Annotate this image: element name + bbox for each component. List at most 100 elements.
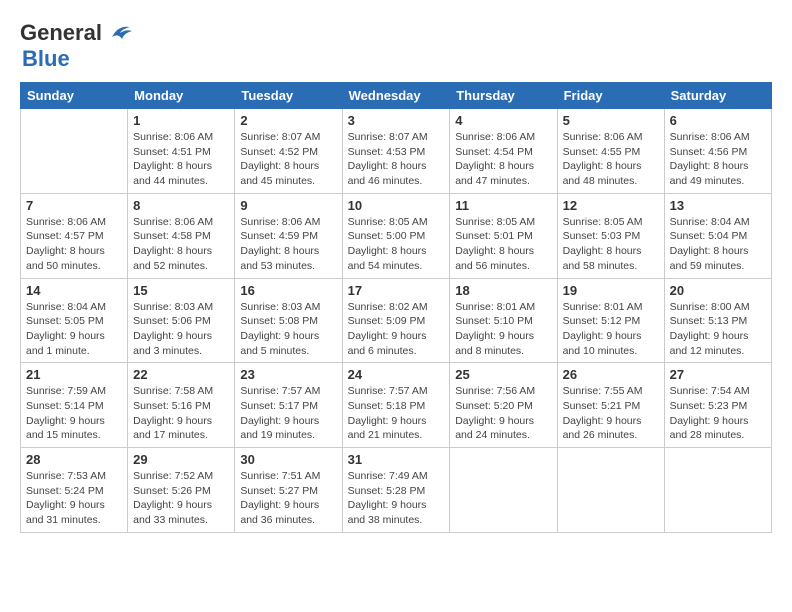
daylight-text: Daylight: 8 hours and 54 minutes.: [348, 244, 445, 273]
daylight-text: Daylight: 9 hours and 31 minutes.: [26, 498, 122, 527]
day-number: 17: [348, 283, 445, 298]
sunset-text: Sunset: 5:18 PM: [348, 399, 445, 414]
calendar-cell: 5Sunrise: 8:06 AMSunset: 4:55 PMDaylight…: [557, 109, 664, 194]
sunrise-text: Sunrise: 7:59 AM: [26, 384, 122, 399]
sunset-text: Sunset: 5:10 PM: [455, 314, 551, 329]
sunrise-text: Sunrise: 8:06 AM: [670, 130, 766, 145]
sunset-text: Sunset: 5:23 PM: [670, 399, 766, 414]
calendar-cell: 18Sunrise: 8:01 AMSunset: 5:10 PMDayligh…: [450, 278, 557, 363]
sunset-text: Sunset: 5:17 PM: [240, 399, 336, 414]
sunrise-text: Sunrise: 8:05 AM: [563, 215, 659, 230]
sunset-text: Sunset: 4:51 PM: [133, 145, 229, 160]
week-row-1: 1Sunrise: 8:06 AMSunset: 4:51 PMDaylight…: [21, 109, 772, 194]
calendar-cell: 20Sunrise: 8:00 AMSunset: 5:13 PMDayligh…: [664, 278, 771, 363]
calendar-cell: 28Sunrise: 7:53 AMSunset: 5:24 PMDayligh…: [21, 448, 128, 533]
calendar-cell: 23 Sunrise: 7:57 AMSunset: 5:17 PMDayligh…: [235, 363, 342, 448]
sunrise-text: Sunrise: 7:51 AM: [240, 469, 336, 484]
sunrise-text: Sunrise: 8:04 AM: [26, 300, 122, 315]
calendar-cell: 14Sunrise: 8:04 AMSunset: 5:05 PMDayligh…: [21, 278, 128, 363]
day-number: 4: [455, 113, 551, 128]
calendar-cell: 24Sunrise: 7:57 AMSunset: 5:18 PMDayligh…: [342, 363, 450, 448]
day-info: Sunrise: 8:01 AMSunset: 5:12 PMDaylight:…: [563, 300, 659, 359]
day-info: Sunrise: 8:06 AMSunset: 4:54 PMDaylight:…: [455, 130, 551, 189]
sunset-text: Sunset: 4:55 PM: [563, 145, 659, 160]
sunrise-text: Sunrise: 7:57 AM: [348, 384, 445, 399]
sunrise-text: Sunrise: 7:56 AM: [455, 384, 551, 399]
day-info: Sunrise: 7:54 AMSunset: 5:23 PMDaylight:…: [670, 384, 766, 443]
sunrise-text: Sunrise: 8:03 AM: [240, 300, 336, 315]
daylight-text: Daylight: 9 hours and 24 minutes.: [455, 414, 551, 443]
day-info: Sunrise: 8:04 AMSunset: 5:04 PMDaylight:…: [670, 215, 766, 274]
week-row-3: 14Sunrise: 8:04 AMSunset: 5:05 PMDayligh…: [21, 278, 772, 363]
day-info: Sunrise: 7:56 AMSunset: 5:20 PMDaylight:…: [455, 384, 551, 443]
day-number: 26: [563, 367, 659, 382]
calendar-cell: 12Sunrise: 8:05 AMSunset: 5:03 PMDayligh…: [557, 193, 664, 278]
daylight-text: Daylight: 9 hours and 5 minutes.: [240, 329, 336, 358]
daylight-text: Daylight: 8 hours and 53 minutes.: [240, 244, 336, 273]
calendar-cell: [21, 109, 128, 194]
day-number: 18: [455, 283, 551, 298]
calendar-header-row: SundayMondayTuesdayWednesdayThursdayFrid…: [21, 83, 772, 109]
daylight-text: Daylight: 9 hours and 38 minutes.: [348, 498, 445, 527]
sunset-text: Sunset: 4:58 PM: [133, 229, 229, 244]
daylight-text: Daylight: 8 hours and 44 minutes.: [133, 159, 229, 188]
day-info: Sunrise: 7:57 AMSunset: 5:18 PMDaylight:…: [348, 384, 445, 443]
day-info: Sunrise: 8:03 AMSunset: 5:06 PMDaylight:…: [133, 300, 229, 359]
daylight-text: Daylight: 8 hours and 50 minutes.: [26, 244, 122, 273]
sunset-text: Sunset: 5:24 PM: [26, 484, 122, 499]
daylight-text: Daylight: 8 hours and 59 minutes.: [670, 244, 766, 273]
day-info: Sunrise: 8:05 AMSunset: 5:01 PMDaylight:…: [455, 215, 551, 274]
daylight-text: Daylight: 9 hours and 26 minutes.: [563, 414, 659, 443]
logo-text-general: General: [20, 20, 102, 46]
calendar-cell: 22Sunrise: 7:58 AMSunset: 5:16 PMDayligh…: [128, 363, 235, 448]
calendar-cell: 2Sunrise: 8:07 AMSunset: 4:52 PMDaylight…: [235, 109, 342, 194]
sunrise-text: Sunrise: 8:06 AM: [26, 215, 122, 230]
sunrise-text: Sunrise: 8:00 AM: [670, 300, 766, 315]
sunrise-text: Sunrise: 7:55 AM: [563, 384, 659, 399]
logo-bird-icon: [104, 23, 132, 43]
day-number: 13: [670, 198, 766, 213]
sunrise-text: Sunrise: 7:57 AM: [240, 384, 336, 399]
sunrise-text: Sunrise: 8:06 AM: [563, 130, 659, 145]
day-info: Sunrise: 8:06 AMSunset: 4:58 PMDaylight:…: [133, 215, 229, 274]
sunrise-text: Sunrise: 8:07 AM: [240, 130, 336, 145]
sunrise-text: Sunrise: 8:06 AM: [133, 215, 229, 230]
week-row-4: 21Sunrise: 7:59 AMSunset: 5:14 PMDayligh…: [21, 363, 772, 448]
calendar-cell: [664, 448, 771, 533]
daylight-text: Daylight: 8 hours and 47 minutes.: [455, 159, 551, 188]
day-number: 23: [240, 367, 336, 382]
sunset-text: Sunset: 4:52 PM: [240, 145, 336, 160]
calendar-cell: 4 Sunrise: 8:06 AMSunset: 4:54 PMDaylight…: [450, 109, 557, 194]
daylight-text: Daylight: 9 hours and 19 minutes.: [240, 414, 336, 443]
sunset-text: Sunset: 4:57 PM: [26, 229, 122, 244]
day-number: 10: [348, 198, 445, 213]
calendar-cell: 19Sunrise: 8:01 AMSunset: 5:12 PMDayligh…: [557, 278, 664, 363]
calendar-cell: 30Sunrise: 7:51 AMSunset: 5:27 PMDayligh…: [235, 448, 342, 533]
sunset-text: Sunset: 5:13 PM: [670, 314, 766, 329]
day-info: Sunrise: 7:52 AMSunset: 5:26 PMDaylight:…: [133, 469, 229, 528]
daylight-text: Daylight: 9 hours and 10 minutes.: [563, 329, 659, 358]
sunset-text: Sunset: 5:00 PM: [348, 229, 445, 244]
day-number: 29: [133, 452, 229, 467]
daylight-text: Daylight: 9 hours and 1 minute.: [26, 329, 122, 358]
week-row-5: 28Sunrise: 7:53 AMSunset: 5:24 PMDayligh…: [21, 448, 772, 533]
calendar-cell: 31Sunrise: 7:49 AMSunset: 5:28 PMDayligh…: [342, 448, 450, 533]
col-header-sunday: Sunday: [21, 83, 128, 109]
day-number: 20: [670, 283, 766, 298]
day-number: 15: [133, 283, 229, 298]
sunset-text: Sunset: 5:16 PM: [133, 399, 229, 414]
day-info: Sunrise: 7:59 AMSunset: 5:14 PMDaylight:…: [26, 384, 122, 443]
day-info: Sunrise: 8:06 AMSunset: 4:55 PMDaylight:…: [563, 130, 659, 189]
day-number: 7: [26, 198, 122, 213]
day-number: 28: [26, 452, 122, 467]
col-header-monday: Monday: [128, 83, 235, 109]
calendar-cell: 29 Sunrise: 7:52 AMSunset: 5:26 PMDayligh…: [128, 448, 235, 533]
day-number: 30: [240, 452, 336, 467]
day-info: Sunrise: 8:05 AMSunset: 5:00 PMDaylight:…: [348, 215, 445, 274]
day-number: 2: [240, 113, 336, 128]
sunset-text: Sunset: 5:04 PM: [670, 229, 766, 244]
daylight-text: Daylight: 9 hours and 28 minutes.: [670, 414, 766, 443]
daylight-text: Daylight: 8 hours and 56 minutes.: [455, 244, 551, 273]
calendar-cell: 1Sunrise: 8:06 AMSunset: 4:51 PMDaylight…: [128, 109, 235, 194]
sunrise-text: Sunrise: 8:05 AM: [348, 215, 445, 230]
